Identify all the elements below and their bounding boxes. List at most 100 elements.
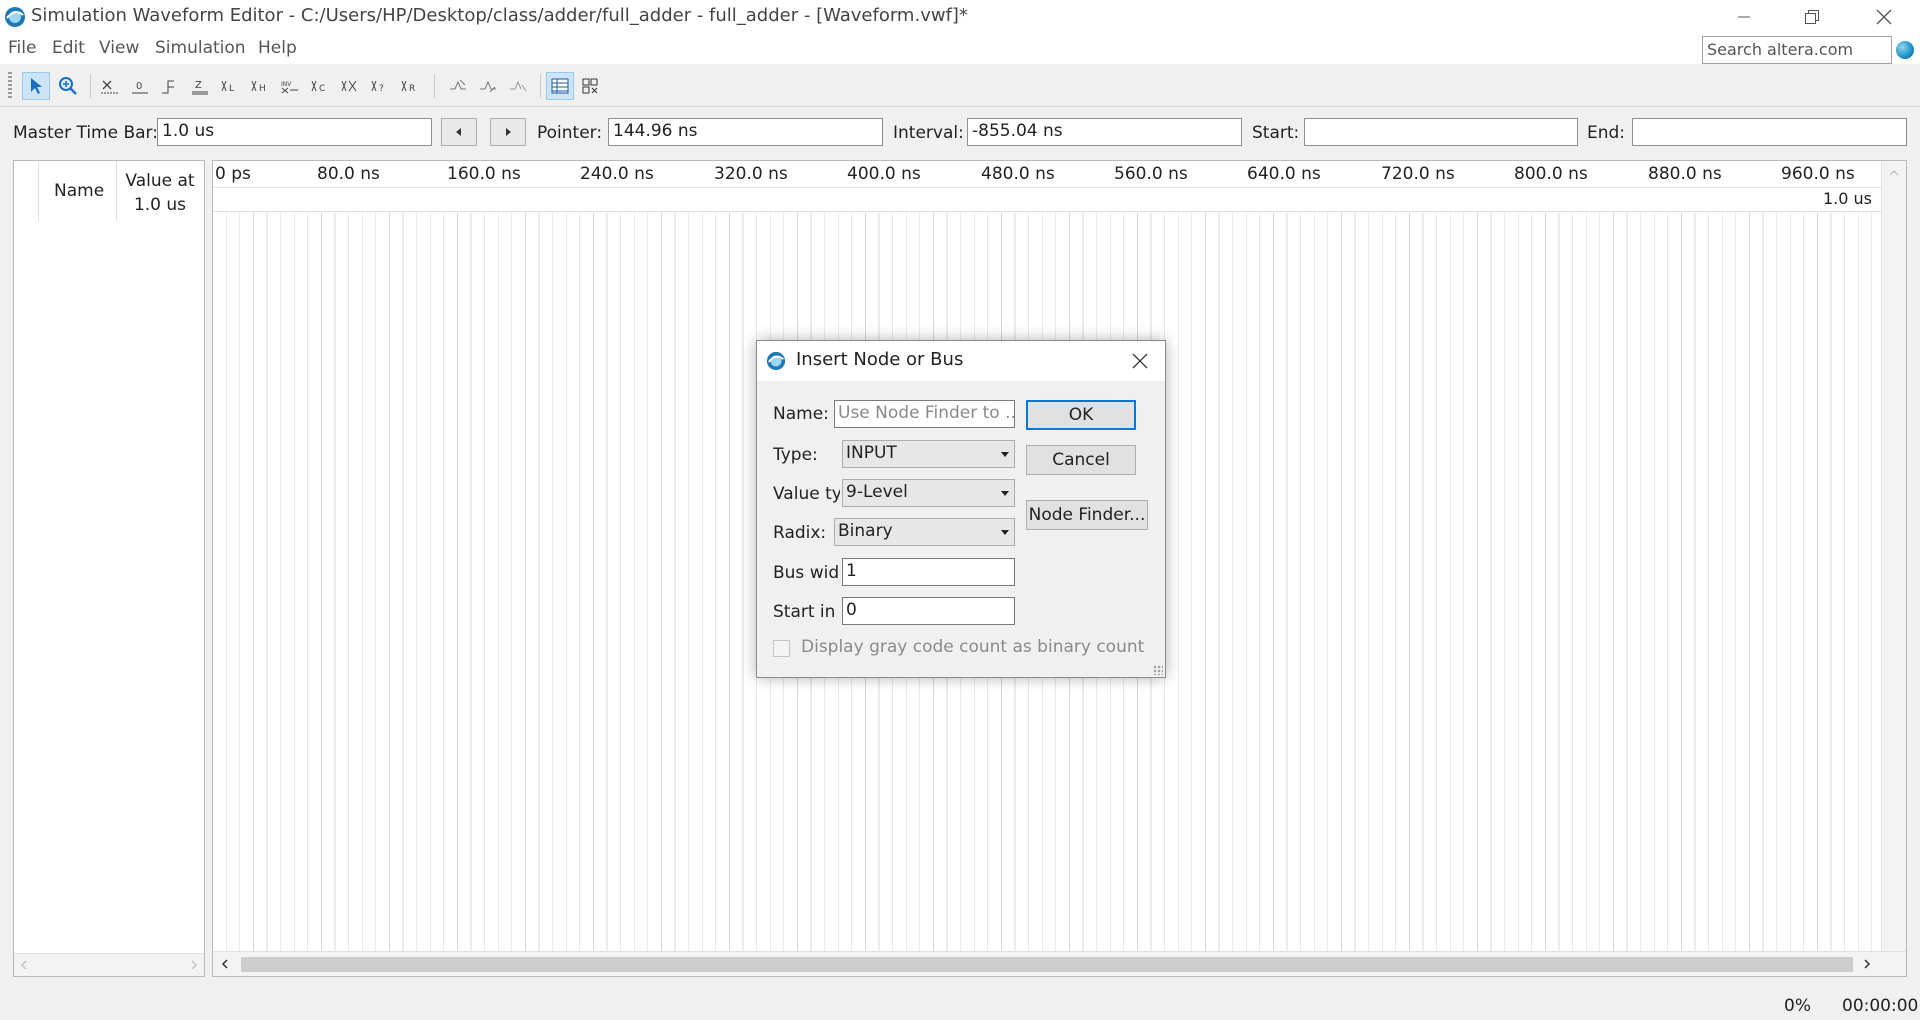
svg-text:C: C xyxy=(319,84,325,94)
dropdown-arrow-icon xyxy=(1001,452,1009,457)
globe-icon[interactable] xyxy=(1896,41,1914,59)
dialog-title: Insert Node or Bus xyxy=(796,349,964,370)
gray-code-checkbox-label: Display gray code count as binary count xyxy=(801,637,1145,657)
random-values-button[interactable]: ? xyxy=(366,72,394,100)
time-ruler[interactable]: 0 ps 80.0 ns 160.0 ns 240.0 ns 320.0 ns … xyxy=(213,161,1881,188)
radix-select[interactable]: Binary xyxy=(834,518,1015,546)
next-transition-button[interactable] xyxy=(490,118,526,146)
selection-tool-button[interactable] xyxy=(22,72,50,100)
zoom-tool-button[interactable] xyxy=(54,72,82,100)
scroll-left-icon[interactable] xyxy=(221,959,229,969)
zoom-tool-icon xyxy=(59,77,77,95)
ruler-tick-label: 0 ps xyxy=(215,164,251,184)
insert-node-dialog: Insert Node or Bus Name: Use Node Finder… xyxy=(756,340,1166,678)
sort-button[interactable] xyxy=(474,72,502,100)
master-time-bar-marker[interactable]: 1.0 us xyxy=(1823,189,1872,208)
node-list-button[interactable] xyxy=(577,72,605,100)
end-field[interactable] xyxy=(1632,118,1907,146)
force-high-button[interactable] xyxy=(156,72,184,100)
ruler-tick-label: 800.0 ns xyxy=(1514,164,1588,184)
force-weak-high-button[interactable]: H xyxy=(246,72,274,100)
snap-to-grid-button[interactable] xyxy=(444,72,472,100)
ok-button[interactable]: OK xyxy=(1026,400,1136,430)
name-label: Name: xyxy=(773,404,829,424)
scroll-up-icon[interactable] xyxy=(1889,169,1899,177)
value-column-header[interactable]: Value at 1.0 us xyxy=(116,169,204,217)
scrollbar-thumb[interactable] xyxy=(241,957,1853,972)
previous-transition-button[interactable] xyxy=(441,118,477,146)
value-type-label: Value ty xyxy=(773,484,840,504)
insert-node-icon xyxy=(510,80,527,92)
invert-button[interactable]: C xyxy=(306,72,334,100)
menu-view[interactable]: View xyxy=(99,38,139,58)
cancel-button[interactable]: Cancel xyxy=(1026,445,1136,475)
column-divider[interactable] xyxy=(38,161,39,221)
pointer-field[interactable]: 144.96 ns xyxy=(608,118,883,146)
force-high-impedance-button[interactable]: Z xyxy=(186,72,214,100)
ruler-tick-label: 880.0 ns xyxy=(1648,164,1722,184)
value-type-select[interactable]: 9-Level xyxy=(842,479,1015,507)
restore-button[interactable] xyxy=(1783,0,1841,34)
close-icon xyxy=(1132,353,1148,369)
force-low-button[interactable]: 0 xyxy=(126,72,154,100)
gray-code-checkbox[interactable] xyxy=(773,640,790,657)
sort-icon xyxy=(480,80,496,93)
master-time-bar-field[interactable]: 1.0 us xyxy=(157,118,432,146)
scroll-right-icon[interactable] xyxy=(190,960,198,970)
node-list-pane[interactable]: Name Value at 1.0 us xyxy=(13,160,205,977)
ruler-tick-label: 240.0 ns xyxy=(580,164,654,184)
count-value-button[interactable] xyxy=(336,72,364,100)
force-weak-low-button[interactable]: L xyxy=(216,72,244,100)
svg-text:?: ? xyxy=(379,84,384,94)
scroll-right-icon[interactable] xyxy=(1863,959,1871,969)
master-time-bar-label: Master Time Bar: xyxy=(13,123,158,143)
ruler-tick-label: 720.0 ns xyxy=(1381,164,1455,184)
menu-edit[interactable]: Edit xyxy=(52,38,85,58)
node-finder-button[interactable]: Node Finder... xyxy=(1026,500,1148,530)
insert-node-button[interactable] xyxy=(504,72,532,100)
scroll-left-icon[interactable] xyxy=(20,960,28,970)
type-select[interactable]: INPUT xyxy=(842,440,1015,468)
toolbar-separator xyxy=(540,74,541,98)
start-index-input[interactable]: 0 xyxy=(842,597,1015,625)
interval-field[interactable]: -855.04 ns xyxy=(967,118,1242,146)
svg-text:Z: Z xyxy=(195,80,202,91)
quartus-app-icon xyxy=(766,351,786,371)
grid-view-button[interactable] xyxy=(546,72,574,100)
waveform-horizontal-scrollbar[interactable] xyxy=(213,951,1906,976)
bus-width-input[interactable]: 1 xyxy=(842,558,1015,586)
name-input[interactable]: Use Node Finder to ... xyxy=(834,400,1015,428)
ruler-tick-label: 640.0 ns xyxy=(1247,164,1321,184)
search-input[interactable]: Search altera.com xyxy=(1702,36,1892,64)
force-unknown-button[interactable] xyxy=(96,72,124,100)
toolbar-grip[interactable] xyxy=(8,72,12,100)
type-select-value: INPUT xyxy=(846,443,897,463)
start-index-label: Start in xyxy=(773,602,836,622)
force-weak-unknown-button[interactable]: INV xyxy=(276,72,304,100)
dialog-close-button[interactable] xyxy=(1125,347,1155,375)
menu-help[interactable]: Help xyxy=(258,38,297,58)
ruler-tick-label: 960.0 ns xyxy=(1781,164,1855,184)
ruler-tick-label: 560.0 ns xyxy=(1114,164,1188,184)
count-value-icon xyxy=(341,80,357,92)
caret-left-icon xyxy=(456,128,461,136)
dropdown-arrow-icon xyxy=(1001,530,1009,535)
waveform-vertical-scrollbar[interactable] xyxy=(1881,161,1906,954)
close-window-button[interactable] xyxy=(1855,0,1913,34)
name-column-header[interactable]: Name xyxy=(54,181,104,201)
force-unknown-icon xyxy=(101,80,119,94)
node-pane-horizontal-scrollbar[interactable] xyxy=(14,953,204,976)
menu-file[interactable]: File xyxy=(8,38,36,58)
arbitrary-value-button[interactable]: R xyxy=(396,72,424,100)
radix-select-value: Binary xyxy=(838,521,893,541)
force-high-icon xyxy=(162,80,174,94)
resize-grip[interactable] xyxy=(1153,665,1163,675)
svg-text:L: L xyxy=(229,84,234,94)
progress-status: 0% xyxy=(1784,996,1811,1016)
invert-icon: C xyxy=(311,80,325,94)
force-weak-high-icon: H xyxy=(251,80,266,94)
start-field[interactable] xyxy=(1304,118,1578,146)
minimize-button[interactable] xyxy=(1715,0,1773,34)
menu-simulation[interactable]: Simulation xyxy=(155,38,246,58)
type-label: Type: xyxy=(773,445,818,465)
